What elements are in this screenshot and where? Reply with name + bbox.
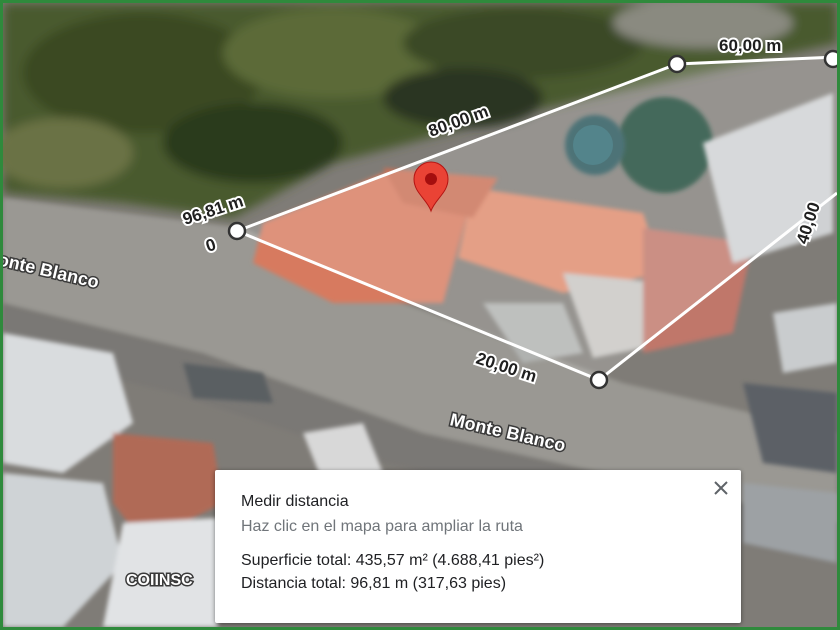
total-area-readout: Superficie total: 435,57 m² (4.688,41 pi… (241, 552, 545, 569)
close-icon[interactable] (713, 480, 729, 496)
panel-title: Medir distancia (241, 493, 349, 510)
vertex-point-icon[interactable] (667, 54, 687, 74)
vertex-point-icon[interactable] (589, 370, 609, 390)
vertex-point-icon[interactable] (227, 221, 247, 241)
panel-hint: Haz clic en el mapa para ampliar la ruta (241, 518, 523, 535)
measure-distance-panel: Medir distancia Haz clic en el mapa para… (215, 470, 741, 623)
close-button[interactable] (709, 476, 733, 500)
total-distance-readout: Distancia total: 96,81 m (317,63 pies) (241, 575, 507, 592)
vertex-point-icon[interactable] (823, 49, 837, 69)
distance-label: 60,00 m (719, 36, 781, 55)
place-label: COIINSC (126, 572, 193, 589)
window-frame: onte Blanco Monte Blanco COIINSC 96,81 m… (0, 0, 840, 630)
